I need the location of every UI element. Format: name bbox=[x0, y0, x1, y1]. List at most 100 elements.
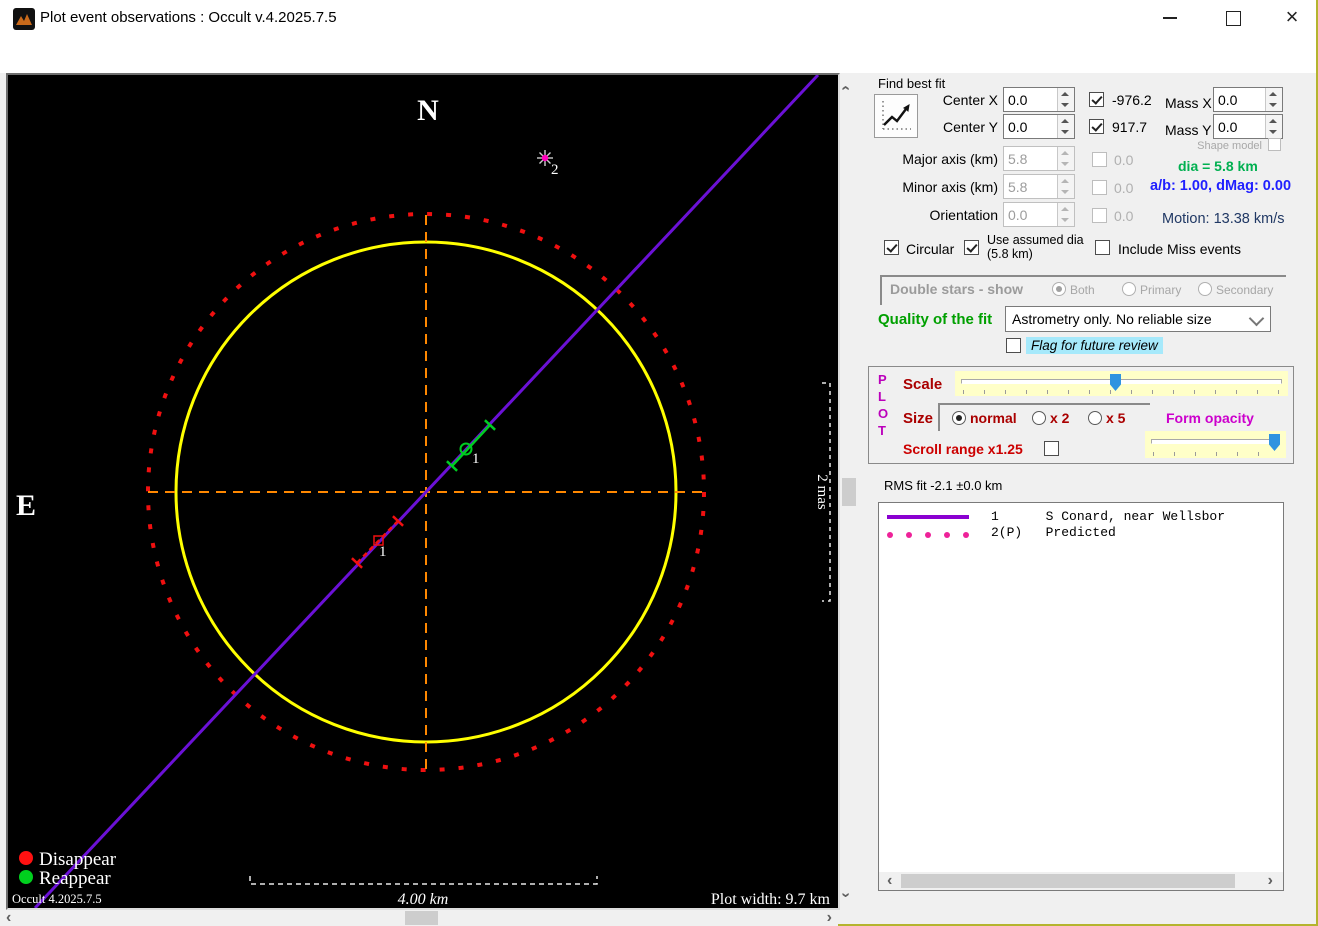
plot-canvas[interactable]: 1 1 2 N E 2 mas 4.00 km Plot width: 9.7 … bbox=[6, 73, 840, 910]
scroll-range-label: Scroll range x1.25 bbox=[903, 441, 1023, 457]
minor-axis-value: 5.8 bbox=[1008, 179, 1028, 195]
horizontal-scroll-thumb[interactable] bbox=[405, 911, 438, 925]
scroll-range-checkbox[interactable] bbox=[1044, 441, 1059, 456]
circular-checkbox[interactable] bbox=[884, 240, 899, 255]
double-both-label: Both bbox=[1070, 283, 1095, 297]
scroll-right-icon[interactable]: › bbox=[827, 910, 832, 926]
form-opacity-label: Form opacity bbox=[1166, 410, 1254, 426]
center-x-value[interactable]: 0.0 bbox=[1008, 92, 1027, 108]
observations-listbox[interactable]: 1 S Conard, near Wellsbor 2(P) Predicted… bbox=[878, 502, 1284, 891]
major-axis-spin-buttons bbox=[1057, 147, 1074, 170]
form-opacity-slider[interactable] bbox=[1145, 431, 1286, 458]
listbox-horizontal-scrollbar[interactable]: ‹ › bbox=[879, 872, 1283, 890]
scroll-left-icon[interactable]: ‹ bbox=[6, 910, 11, 926]
orientation-fit-checkbox bbox=[1092, 208, 1107, 223]
plot-vertical-scrollbar[interactable]: ‹ › bbox=[838, 75, 858, 908]
mass-x-value[interactable]: 0.0 bbox=[1218, 92, 1237, 108]
circular-label: Circular bbox=[906, 241, 955, 257]
double-secondary-label: Secondary bbox=[1216, 283, 1274, 297]
mass-x-label: Mass X bbox=[1165, 95, 1212, 111]
vertical-scroll-thumb[interactable] bbox=[842, 478, 856, 506]
ab-dmag-label: a/b: 1.00, dMag: 0.00 bbox=[1150, 178, 1292, 194]
title-bar: Plot event observations : Occult v.4.202… bbox=[0, 0, 1316, 37]
center-y-value[interactable]: 0.0 bbox=[1008, 119, 1027, 135]
reappear-marker-1[interactable]: 1 bbox=[446, 419, 496, 472]
double-primary-label: Primary bbox=[1140, 283, 1182, 297]
center-y-fit-checkbox[interactable] bbox=[1089, 119, 1104, 134]
form-opacity-thumb[interactable] bbox=[1269, 434, 1280, 451]
mass-y-input[interactable]: 0.0 bbox=[1213, 114, 1283, 139]
major-axis-fit-checkbox bbox=[1092, 152, 1107, 167]
quality-dropdown[interactable]: Astrometry only. No reliable size bbox=[1005, 306, 1271, 332]
list-scroll-right-icon[interactable]: › bbox=[1265, 873, 1275, 889]
scalebar-label: 4.00 km bbox=[398, 891, 449, 908]
plot-svg: 1 1 2 N E 2 mas 4.00 km Plot width: 9.7 … bbox=[12, 73, 831, 910]
mass-y-label: Mass Y bbox=[1165, 122, 1212, 138]
use-assumed-dia-checkbox[interactable] bbox=[964, 240, 979, 255]
minor-axis-fit-checkbox bbox=[1092, 180, 1107, 195]
chord-line-swatch bbox=[887, 515, 969, 519]
shape-model-label: Shape model bbox=[1197, 140, 1262, 152]
mass-x-input[interactable]: 0.0 bbox=[1213, 87, 1283, 112]
include-miss-checkbox[interactable] bbox=[1095, 240, 1110, 255]
center-x-fit-value: -976.2 bbox=[1112, 92, 1152, 108]
minor-axis-fit-value: 0.0 bbox=[1114, 180, 1134, 196]
form-opacity-groove bbox=[1151, 439, 1280, 444]
minor-axis-label: Minor axis (km) bbox=[902, 179, 998, 195]
east-label: E bbox=[16, 489, 36, 522]
size-x2-radio[interactable] bbox=[1032, 411, 1046, 425]
close-icon: × bbox=[1285, 4, 1299, 29]
list-item[interactable]: 1 S Conard, near Wellsbor bbox=[991, 509, 1225, 524]
double-primary-radio bbox=[1122, 282, 1136, 296]
minor-axis-input: 5.8 bbox=[1003, 174, 1075, 199]
size-label: Size bbox=[903, 410, 934, 427]
scale-slider-thumb[interactable] bbox=[1110, 374, 1121, 391]
flag-review-checkbox[interactable] bbox=[1006, 338, 1021, 353]
mass-x-spin-buttons[interactable] bbox=[1265, 88, 1282, 111]
scale-slider-ticks bbox=[963, 390, 1280, 394]
minimize-button[interactable] bbox=[1153, 6, 1187, 30]
scroll-down-icon[interactable]: › bbox=[838, 892, 855, 897]
shape-model-checkbox[interactable] bbox=[1268, 138, 1281, 151]
scroll-up-icon[interactable]: ‹ bbox=[838, 85, 855, 90]
scale-slider[interactable] bbox=[955, 371, 1288, 396]
plot-horizontal-scrollbar[interactable]: ‹ › bbox=[0, 910, 838, 926]
disappear-marker-label: 1 bbox=[379, 544, 387, 560]
plot-letter-p: P bbox=[878, 372, 887, 387]
center-y-spin-buttons[interactable] bbox=[1057, 115, 1074, 138]
app-icon bbox=[13, 8, 35, 30]
scale-label: Scale bbox=[903, 376, 943, 393]
list-scroll-left-icon[interactable]: ‹ bbox=[885, 873, 895, 889]
orientation-fit-value: 0.0 bbox=[1114, 208, 1134, 224]
quality-label: Quality of the fit bbox=[878, 311, 993, 328]
center-x-input[interactable]: 0.0 bbox=[1003, 87, 1075, 112]
disappear-label: Disappear bbox=[39, 849, 117, 870]
plot-letter-l: L bbox=[878, 389, 886, 404]
size-normal-radio[interactable] bbox=[952, 411, 966, 425]
center-y-input[interactable]: 0.0 bbox=[1003, 114, 1075, 139]
plot-width-label: Plot width: 9.7 km bbox=[711, 891, 831, 908]
double-both-radio bbox=[1052, 282, 1066, 296]
center-x-spin-buttons[interactable] bbox=[1057, 88, 1074, 111]
reappear-label: Reappear bbox=[39, 868, 111, 889]
size-x5-radio[interactable] bbox=[1088, 411, 1102, 425]
diameter-label: dia = 5.8 km bbox=[1178, 158, 1258, 174]
center-x-label: Center X bbox=[942, 92, 998, 108]
orientation-value: 0.0 bbox=[1008, 207, 1028, 223]
mas-label: 2 mas bbox=[814, 474, 830, 510]
maximize-button[interactable] bbox=[1216, 6, 1250, 30]
disappear-marker-1[interactable]: 1 bbox=[351, 515, 404, 569]
quality-dropdown-value: Astrometry only. No reliable size bbox=[1012, 311, 1212, 327]
minimize-icon bbox=[1163, 17, 1177, 19]
predicted-star-marker[interactable]: 2 bbox=[537, 150, 559, 178]
center-x-fit-checkbox[interactable] bbox=[1089, 92, 1104, 107]
mass-y-spin-buttons[interactable] bbox=[1265, 115, 1282, 138]
close-button[interactable]: × bbox=[1275, 6, 1309, 30]
scale-slider-groove bbox=[961, 379, 1282, 384]
list-scroll-thumb[interactable] bbox=[901, 874, 1235, 888]
star-marker-label: 2 bbox=[551, 162, 559, 178]
orientation-label: Orientation bbox=[929, 207, 998, 223]
mass-y-value[interactable]: 0.0 bbox=[1218, 119, 1237, 135]
list-item[interactable]: 2(P) Predicted bbox=[991, 525, 1116, 540]
flag-review-label: Flag for future review bbox=[1026, 337, 1163, 354]
